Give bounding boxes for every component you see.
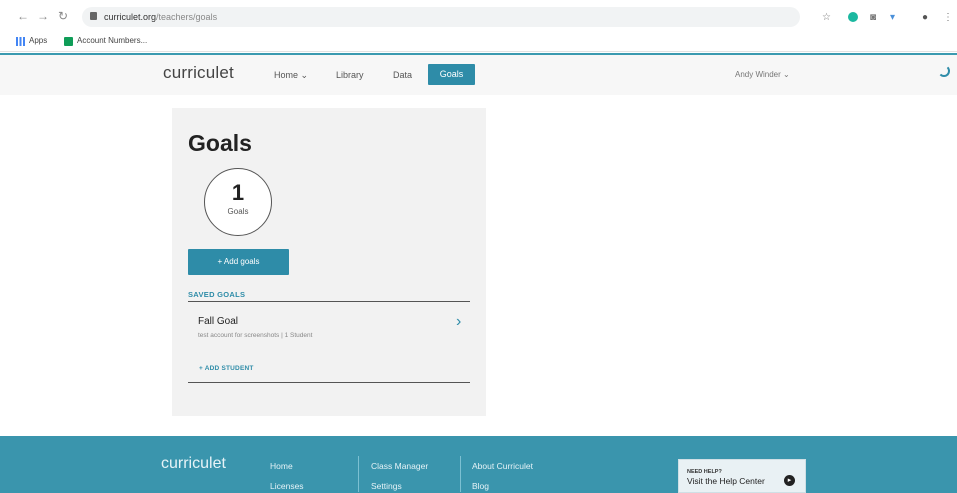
goals-count: 1 (231, 180, 245, 205)
chevron-right-icon[interactable]: › (456, 314, 461, 330)
footer-link-class-manager[interactable]: Class Manager (371, 461, 428, 472)
profile-icon[interactable]: ● (922, 12, 928, 24)
apps-grid-icon (16, 36, 25, 46)
back-icon[interactable]: ← (16, 8, 30, 24)
arrow-right-icon[interactable]: ▸ (784, 475, 795, 486)
sheets-icon (64, 36, 73, 46)
footer-logo[interactable]: curriculet (161, 455, 226, 473)
extension-bird-icon[interactable]: ▾ (890, 12, 895, 24)
bookmark-label: Apps (29, 36, 48, 45)
footer-link-licenses[interactable]: Licenses (270, 481, 304, 492)
goals-card: Goals 1 Goals + Add goals SAVED GOALS Fa… (172, 108, 486, 416)
forward-icon[interactable]: → (36, 8, 50, 24)
saved-goals-header: SAVED GOALS (188, 290, 246, 299)
extension-icon[interactable] (848, 12, 858, 22)
address-bar[interactable]: curriculet.org/teachers/goals (82, 7, 800, 27)
add-goals-button[interactable]: + Add goals (188, 249, 289, 275)
add-student-link[interactable]: + ADD STUDENT (199, 364, 254, 373)
footer-divider (460, 456, 461, 492)
logo[interactable]: curriculet (163, 63, 234, 83)
user-menu[interactable]: Andy Winder ⌄ (735, 69, 790, 81)
address-row: ← → ↻ curriculet.org/teachers/goals ☆ ◙ … (0, 4, 957, 30)
url-text: curriculet.org/teachers/goals (104, 10, 217, 24)
site-header: curriculet Home ⌄ Library Data Goals And… (0, 53, 957, 95)
nav-data[interactable]: Data (393, 69, 412, 81)
divider (188, 382, 470, 383)
divider (188, 301, 470, 302)
star-icon[interactable]: ☆ (822, 12, 831, 24)
lock-icon (90, 12, 97, 20)
footer-divider (358, 456, 359, 492)
help-eyebrow: NEED HELP? (687, 469, 722, 475)
bookmarks-bar: Apps Account Numbers... (0, 32, 957, 50)
nav-library[interactable]: Library (336, 69, 364, 81)
footer-link-blog[interactable]: Blog (472, 481, 489, 492)
goal-name[interactable]: Fall Goal (198, 316, 238, 328)
nav-home[interactable]: Home ⌄ (274, 69, 308, 81)
help-center-link[interactable]: Visit the Help Center (687, 476, 765, 487)
footer-link-home[interactable]: Home (270, 461, 293, 472)
page-title: Goals (188, 130, 252, 156)
goal-subtitle: test account for screenshots | 1 Student (198, 332, 313, 339)
loading-spinner-icon (938, 65, 950, 77)
site-footer: curriculet Home Licenses Class Manager S… (0, 436, 957, 493)
goals-count-label: Goals (227, 207, 249, 216)
bookmark-apps[interactable]: Apps (16, 35, 47, 47)
browser-chrome: ← → ↻ curriculet.org/teachers/goals ☆ ◙ … (0, 0, 957, 52)
camera-icon[interactable]: ◙ (870, 12, 876, 24)
reload-icon[interactable]: ↻ (56, 8, 70, 24)
footer-link-settings[interactable]: Settings (371, 481, 402, 492)
goals-count-circle: 1 Goals (204, 168, 272, 236)
bookmark-account-numbers[interactable]: Account Numbers... (64, 35, 147, 47)
bookmark-label: Account Numbers... (77, 36, 148, 45)
footer-link-about[interactable]: About Curriculet (472, 461, 533, 472)
help-center-box[interactable]: NEED HELP? Visit the Help Center ▸ (678, 459, 806, 493)
nav-goals[interactable]: Goals (428, 64, 475, 85)
url-path: /teachers/goals (156, 12, 218, 22)
menu-icon[interactable]: ⋮ (943, 12, 953, 24)
url-domain: curriculet.org (104, 12, 157, 22)
